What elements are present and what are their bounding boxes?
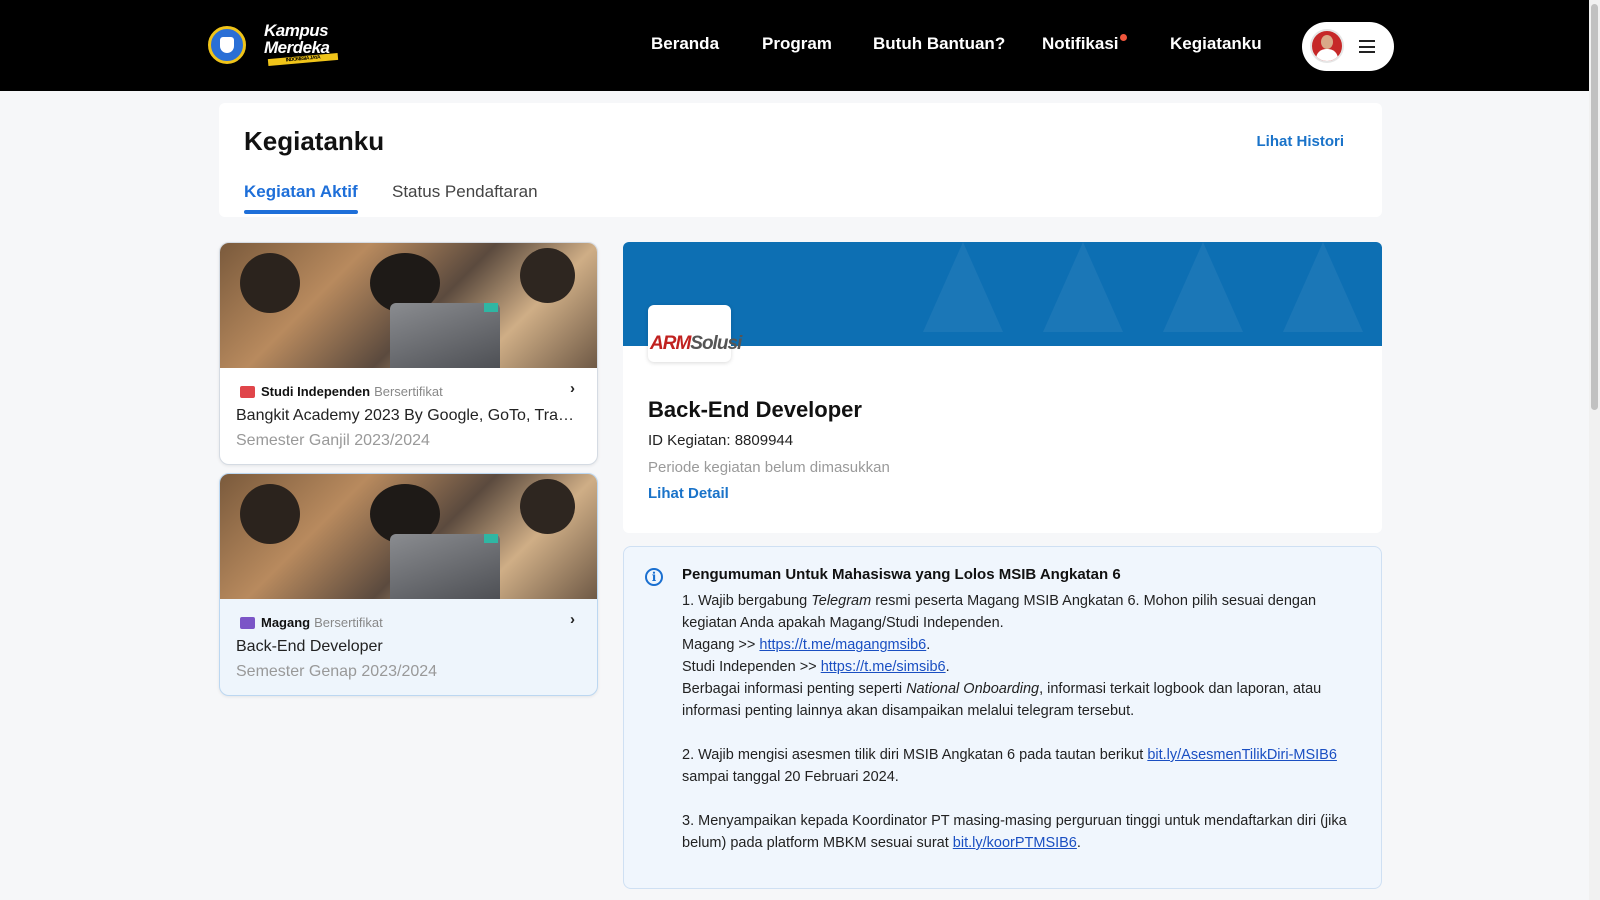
notification-dot (1120, 34, 1127, 41)
nav-notifikasi[interactable]: Notifikasi (1042, 34, 1119, 54)
tab-kegiatan-aktif[interactable]: Kegiatan Aktif (244, 182, 358, 202)
tut-wuri-handayani-logo[interactable] (208, 26, 246, 64)
activity-card-magang[interactable]: Magang Bersertifikat › Back-End Developer… (219, 473, 598, 696)
asesmen-link[interactable]: bit.ly/AsesmenTilikDiri-MSIB6 (1147, 747, 1337, 763)
detail-title: Back-End Developer (648, 397, 862, 422)
telegram-magang-link[interactable]: https://t.me/magangmsib6 (759, 637, 926, 653)
info-icon: i (645, 568, 663, 586)
activity-type: Magang Bersertifikat (261, 615, 383, 630)
top-navbar: Kampus Merdeka INDONESIA JAYA Beranda Pr… (0, 0, 1600, 91)
nav-program[interactable]: Program (762, 34, 832, 54)
certified-label: Bersertifikat (314, 615, 383, 630)
activity-type: Studi Independen Bersertifikat (261, 384, 443, 399)
announcement-box: i Pengumuman Untuk Mahasiswa yang Lolos … (623, 546, 1382, 889)
page-header-card: Kegiatanku Lihat Histori Kegiatan Aktif … (219, 103, 1382, 217)
activity-thumbnail (220, 243, 597, 368)
telegram-studi-independen-link[interactable]: https://t.me/simsib6 (821, 659, 946, 675)
chevron-right-icon[interactable]: › (570, 380, 575, 397)
activity-name: Bangkit Academy 2023 By Google, GoTo, Tr… (236, 407, 581, 424)
company-logo: ARMSolusi (648, 305, 742, 362)
active-tab-indicator (244, 210, 358, 214)
avatar[interactable] (1310, 29, 1344, 63)
page-title: Kegiatanku (244, 126, 385, 156)
tab-status-pendaftaran[interactable]: Status Pendaftaran (392, 182, 538, 202)
lihat-histori-link[interactable]: Lihat Histori (1256, 133, 1344, 150)
activity-period: Periode kegiatan belum dimasukkan (648, 459, 890, 476)
nav-kegiatanku[interactable]: Kegiatanku (1170, 34, 1262, 54)
activity-detail-card: ARMSolusi Back-End Developer ID Kegiatan… (623, 242, 1382, 533)
lihat-detail-link[interactable]: Lihat Detail (648, 485, 729, 502)
activity-card-studi-independen[interactable]: Studi Independen Bersertifikat › Bangkit … (219, 242, 598, 465)
koordinator-pt-link[interactable]: bit.ly/koorPTMSIB6 (953, 835, 1077, 851)
detail-banner (623, 242, 1382, 346)
certified-label: Bersertifikat (374, 384, 443, 399)
announcement-title: Pengumuman Untuk Mahasiswa yang Lolos MS… (682, 566, 1121, 583)
nav-beranda[interactable]: Beranda (651, 34, 719, 54)
chevron-right-icon[interactable]: › (570, 611, 575, 628)
briefcase-icon (240, 617, 255, 629)
profile-menu-button[interactable] (1302, 22, 1394, 71)
nav-butuh-bantuan[interactable]: Butuh Bantuan? (873, 34, 1005, 54)
book-icon (240, 386, 255, 398)
activity-semester: Semester Ganjil 2023/2024 (236, 432, 430, 449)
activity-name: Back-End Developer (236, 638, 383, 655)
activity-semester: Semester Genap 2023/2024 (236, 663, 438, 680)
scrollbar-thumb[interactable] (1591, 4, 1598, 410)
announcement-body: 1. Wajib bergabung Telegram resmi pesert… (682, 593, 1347, 851)
hamburger-menu-icon[interactable] (1359, 40, 1375, 53)
activity-thumbnail (220, 474, 597, 599)
kampus-merdeka-logo[interactable]: Kampus Merdeka INDONESIA JAYA (264, 22, 346, 67)
activity-id: ID Kegiatan: 8809944 (648, 432, 794, 449)
